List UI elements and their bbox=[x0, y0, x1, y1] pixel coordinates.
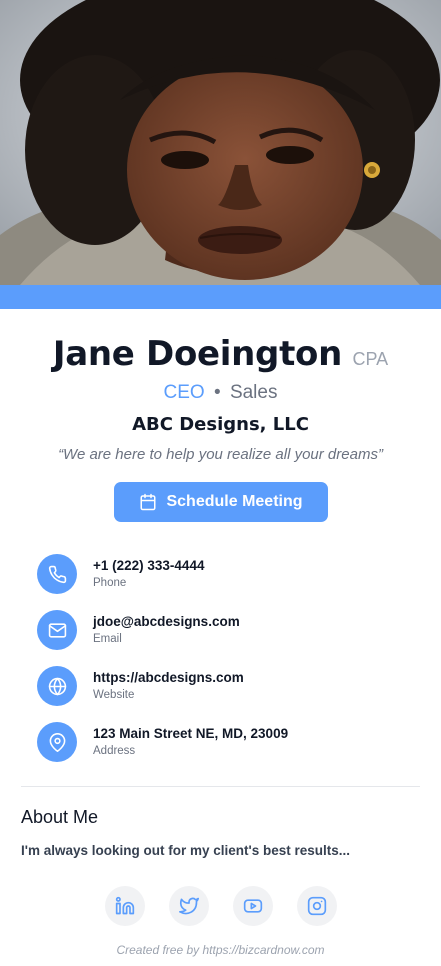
website-value: https://abcdesigns.com bbox=[93, 670, 244, 685]
youtube-button[interactable] bbox=[233, 886, 273, 926]
linkedin-icon bbox=[115, 896, 135, 915]
phone-label: Phone bbox=[93, 577, 127, 589]
about-text: I'm always looking out for my client's b… bbox=[21, 843, 351, 858]
credential: CPA bbox=[352, 349, 389, 369]
company-name: ABC Designs, LLC bbox=[132, 414, 309, 435]
full-name: Jane Doeington bbox=[52, 334, 342, 374]
contact-address[interactable]: 123 Main Street NE, MD, 23009 Address bbox=[37, 722, 417, 762]
contact-email[interactable]: jdoe@abcdesigns.com Email bbox=[37, 610, 417, 650]
twitter-icon bbox=[179, 897, 199, 915]
mail-icon bbox=[37, 610, 77, 650]
role-separator: • bbox=[214, 382, 221, 403]
instagram-button[interactable] bbox=[297, 886, 337, 926]
name-row: Jane Doeington CPA bbox=[0, 334, 441, 374]
profile-photo bbox=[0, 0, 441, 285]
globe-icon bbox=[37, 666, 77, 706]
address-label: Address bbox=[93, 745, 136, 757]
department: Sales bbox=[229, 382, 278, 403]
phone-value: +1 (222) 333-4444 bbox=[93, 558, 205, 573]
accent-bar bbox=[0, 285, 441, 309]
schedule-meeting-button[interactable]: Schedule Meeting bbox=[114, 482, 328, 522]
email-label: Email bbox=[93, 633, 122, 645]
phone-icon bbox=[37, 554, 77, 594]
youtube-icon bbox=[243, 899, 263, 913]
job-title: CEO bbox=[163, 382, 205, 403]
schedule-meeting-label: Schedule Meeting bbox=[166, 493, 303, 510]
section-divider bbox=[21, 786, 420, 787]
contact-phone[interactable]: +1 (222) 333-4444 Phone bbox=[37, 554, 417, 594]
twitter-button[interactable] bbox=[169, 886, 209, 926]
about-title: About Me bbox=[21, 807, 99, 827]
footer-credit[interactable]: Created free by https://bizcardnow.com bbox=[0, 943, 441, 957]
calendar-icon bbox=[140, 493, 156, 511]
website-label: Website bbox=[93, 689, 135, 701]
linkedin-button[interactable] bbox=[105, 886, 145, 926]
address-value: 123 Main Street NE, MD, 23009 bbox=[93, 726, 289, 741]
contact-website[interactable]: https://abcdesigns.com Website bbox=[37, 666, 417, 706]
email-value: jdoe@abcdesigns.com bbox=[93, 614, 240, 629]
role-row: CEO • Sales bbox=[0, 382, 441, 404]
instagram-icon bbox=[307, 896, 327, 916]
map-pin-icon bbox=[37, 722, 77, 762]
tagline: “We are here to help you realize all you… bbox=[58, 446, 383, 463]
